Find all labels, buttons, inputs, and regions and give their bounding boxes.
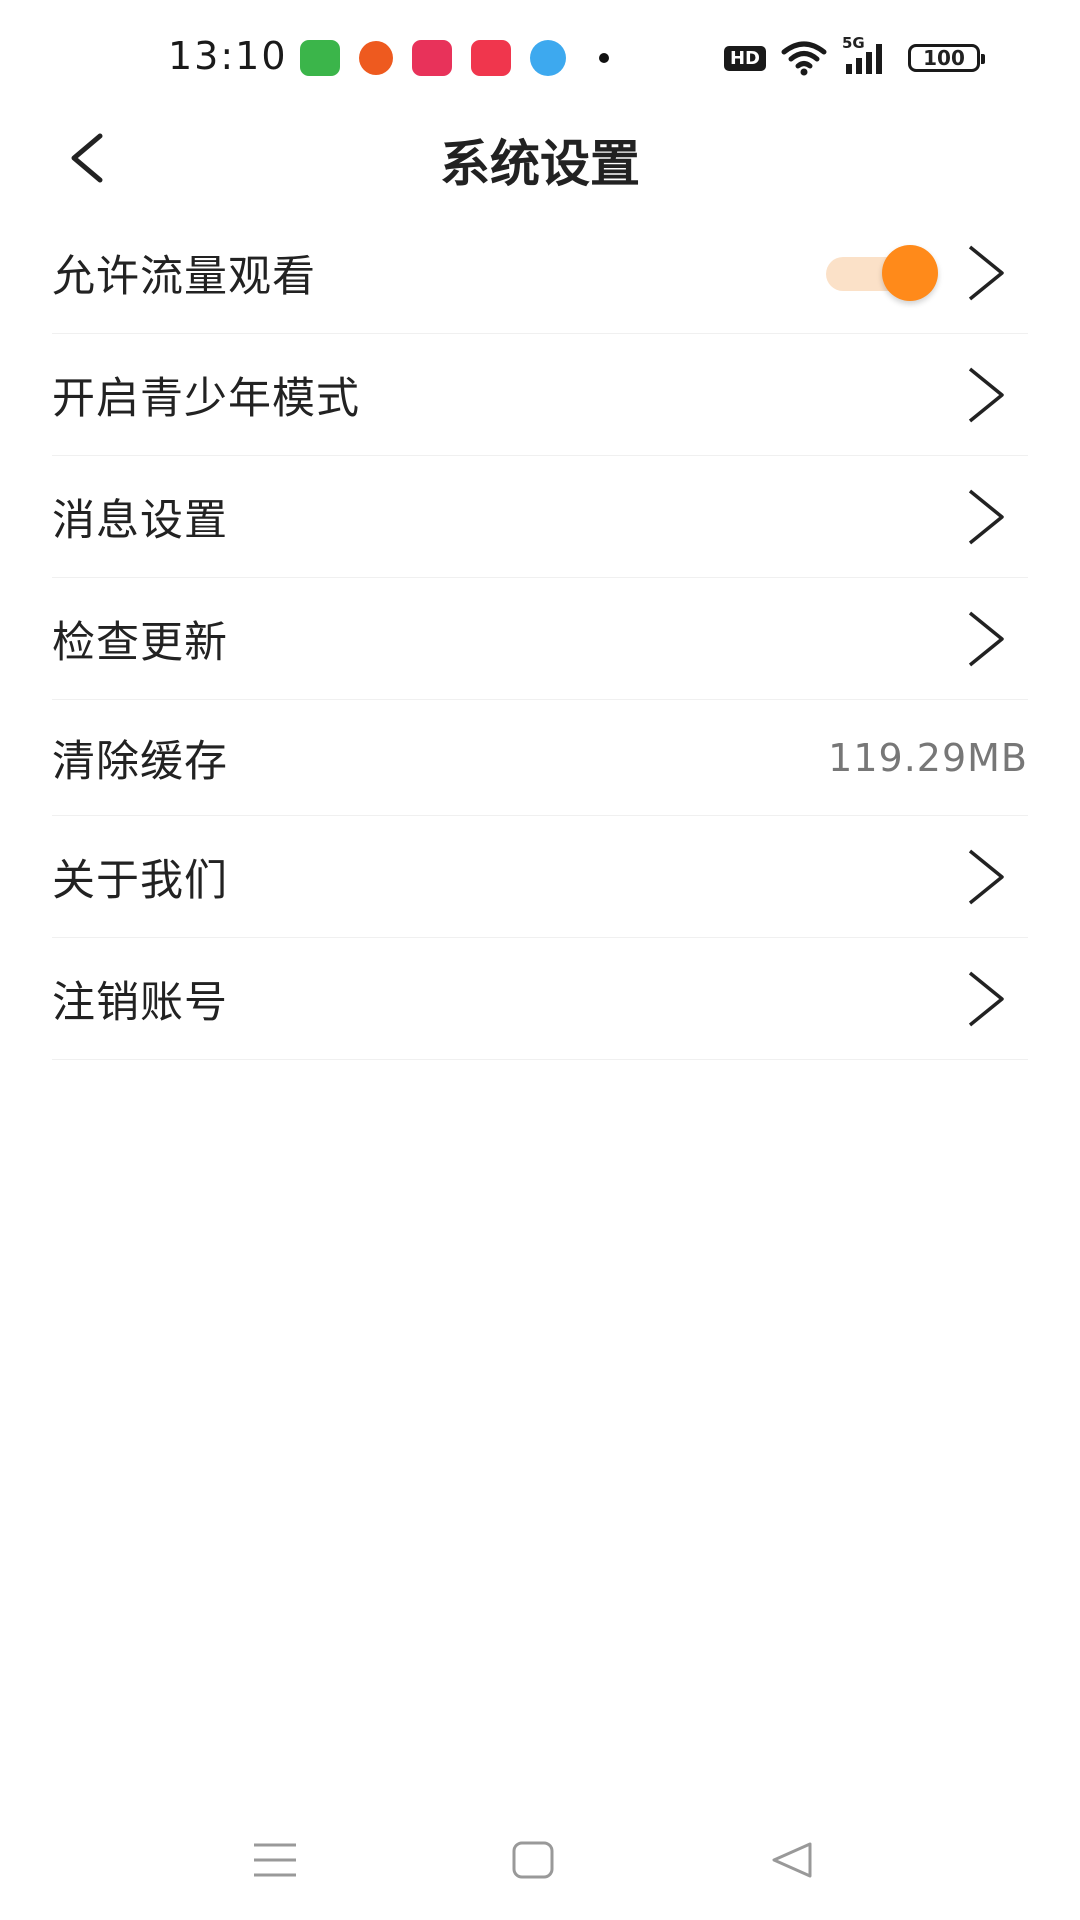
more-notifications-dot-icon — [599, 53, 609, 63]
setting-label: 开启青少年模式 — [52, 373, 360, 424]
page-title: 系统设置 — [440, 135, 640, 193]
nav-menu-button[interactable] — [245, 1830, 305, 1890]
setting-label: 允许流量观看 — [52, 251, 316, 302]
setting-label: 关于我们 — [52, 855, 228, 906]
setting-label: 清除缓存 — [52, 736, 228, 787]
home-square-icon — [512, 1841, 554, 1879]
battery-level: 100 — [923, 46, 965, 70]
battery-icon: 100 — [908, 44, 985, 72]
chevron-right-icon — [968, 245, 1004, 300]
setting-youth-mode[interactable]: 开启青少年模式 — [52, 334, 1028, 456]
allow-data-toggle[interactable] — [826, 243, 938, 303]
back-triangle-icon — [772, 1842, 812, 1878]
nav-home-button[interactable] — [503, 1830, 563, 1890]
status-indicators: HD 5G 100 — [723, 34, 985, 78]
menu-icon — [254, 1843, 296, 1877]
wifi-icon — [781, 41, 827, 76]
setting-about-us[interactable]: 关于我们 — [52, 816, 1028, 938]
setting-label: 注销账号 — [52, 977, 228, 1028]
chevron-right-icon — [968, 849, 1004, 904]
chevron-right-icon — [968, 367, 1004, 422]
status-bar: 13:10 HD 5G 100 — [0, 0, 1080, 110]
setting-label: 检查更新 — [52, 617, 228, 668]
setting-clear-cache[interactable]: 清除缓存 119.29MB — [52, 700, 1028, 816]
setting-delete-account[interactable]: 注销账号 — [52, 938, 1028, 1060]
setting-message[interactable]: 消息设置 — [52, 456, 1028, 578]
orange-app-icon — [359, 41, 393, 75]
chevron-right-icon — [968, 611, 1004, 666]
chevron-right-icon — [968, 489, 1004, 544]
setting-check-update[interactable]: 检查更新 — [52, 578, 1028, 700]
music-app-icon — [471, 40, 511, 76]
cell-signal-icon: 5G — [842, 34, 894, 76]
setting-allow-data-viewing[interactable]: 允许流量观看 — [52, 212, 1028, 334]
video-app-icon — [412, 40, 452, 76]
nav-back-button[interactable] — [762, 1830, 822, 1890]
cloud-app-icon — [530, 40, 566, 76]
system-nav-bar — [0, 1800, 1080, 1920]
toggle-knob — [882, 244, 938, 301]
green-app-icon — [300, 40, 340, 76]
status-time: 13:10 — [168, 34, 288, 78]
setting-label: 消息设置 — [52, 495, 228, 546]
notification-icons — [300, 38, 609, 78]
cache-size-value: 119.29MB — [828, 735, 1028, 780]
chevron-right-icon — [968, 971, 1004, 1026]
settings-list: 允许流量观看 开启青少年模式 消息设置 检查更新 清除缓存 119.29MB 关… — [52, 212, 1028, 1060]
hd-badge: HD — [723, 45, 766, 71]
